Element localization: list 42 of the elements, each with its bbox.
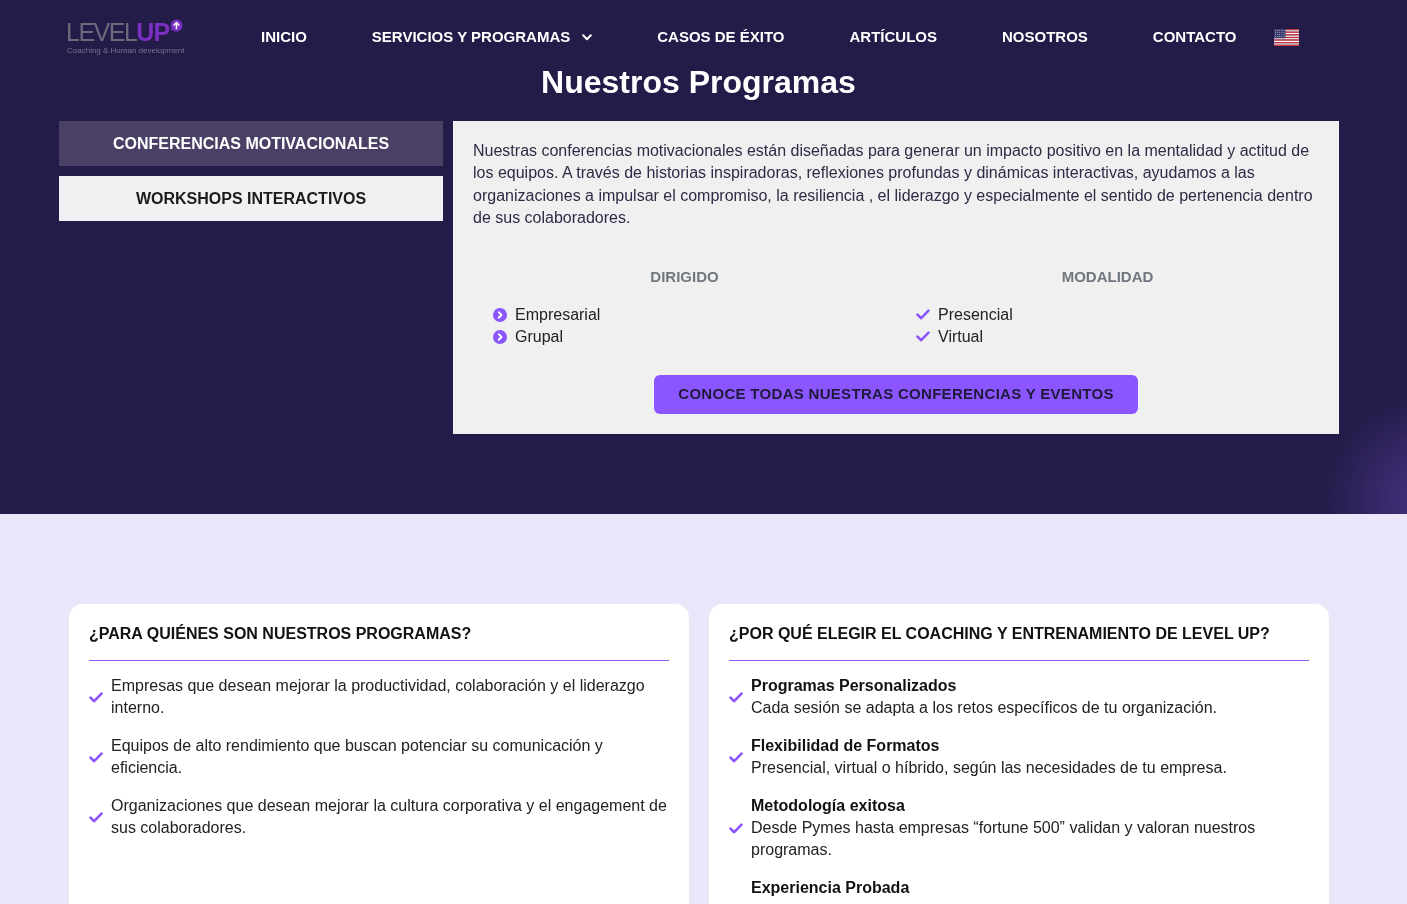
list-item-text: Organizaciones que desean mejorar la cultura corporativa y el engagement de sus colaboradores. — [111, 796, 668, 838]
check-icon — [729, 691, 743, 703]
nav-link[interactable]: CASOS DE ÉXITO — [657, 25, 785, 49]
program-description: Nuestras conferencias motivacionales están diseñadas para generar un impacto positivo en la mentalidad y actitud de los equipos. A través de historias inspiradoras, reflexiones profundas y dinámicas interactivas, ayudamos a las organizaciones a impulsar el compromiso, la resiliencia , el liderazgo y especialmente el sentido de pertenencia dentro de sus colaboradores. — [473, 141, 1314, 229]
nav-link[interactable]: INICIO — [261, 25, 307, 49]
chevron-circle-icon — [493, 307, 507, 322]
check-icon — [916, 331, 930, 343]
nav-link[interactable]: NOSOTROS — [1002, 25, 1088, 49]
events-button[interactable]: CONOCE TODAS NUESTRAS CONFERENCIAS Y EVENTOS — [654, 374, 1138, 414]
reason-title: Metodología exitosa — [751, 796, 906, 816]
list-item-text: Presencial — [938, 304, 1013, 325]
reason-text: Presencial, virtual o híbrido, según las necesidades de tu empresa. — [751, 758, 1227, 778]
section-title: Nuestros Programas — [540, 66, 857, 98]
nav-link[interactable]: SERVICIOS Y PROGRAMAS — [371, 25, 593, 49]
program-tab[interactable]: CONFERENCIAS MOTIVACIONALES — [59, 121, 443, 166]
card-title: ¿PARA QUIÉNES SON NUESTROS PROGRAMAS? — [89, 624, 473, 644]
reason-title: Flexibilidad de Formatos — [751, 736, 941, 756]
list-item-text: Equipos de alto rendimiento que buscan potenciar su comunicación y eficiencia. — [111, 736, 604, 778]
program-tab[interactable]: WORKSHOPS INTERACTIVOS — [59, 176, 443, 221]
card-title: ¿POR QUÉ ELEGIR EL COACHING Y ENTRENAMIENTO DE LEVEL UP? — [729, 624, 1271, 644]
check-icon — [89, 691, 103, 703]
check-icon — [89, 751, 103, 763]
list-item-text: Empresarial — [515, 304, 601, 325]
list-item-text: Empresas que desean mejorar la productividad, colaboración y el liderazgo interno. — [111, 676, 646, 718]
reason-title: Programas Personalizados — [751, 676, 958, 696]
check-icon — [729, 751, 743, 763]
list-item-text: Virtual — [938, 326, 984, 347]
nav-link[interactable]: CONTACTO — [1152, 25, 1237, 49]
check-icon — [916, 309, 930, 321]
list-item-text: Grupal — [515, 326, 564, 347]
up-arrow-bubble-icon — [170, 18, 183, 32]
logo-tagline: Coaching & Human development — [66, 45, 183, 56]
check-icon — [729, 822, 743, 834]
nav-link[interactable]: ARTÍCULOS — [849, 25, 937, 49]
check-icon — [89, 811, 103, 823]
flag-icon[interactable] — [1274, 28, 1300, 46]
column-heading: DIRIGIDO — [649, 267, 720, 286]
reason-text: Desde Pymes hasta empresas “fortune 500” validan y valoran nuestros programas. — [751, 818, 1257, 860]
column-heading: MODALIDAD — [1060, 267, 1155, 286]
chevron-circle-icon — [493, 329, 507, 344]
reason-text: Cada sesión se adapta a los retos específicos de tu organización. — [751, 698, 1218, 718]
reason-title: Experiencia Probada — [751, 878, 910, 898]
